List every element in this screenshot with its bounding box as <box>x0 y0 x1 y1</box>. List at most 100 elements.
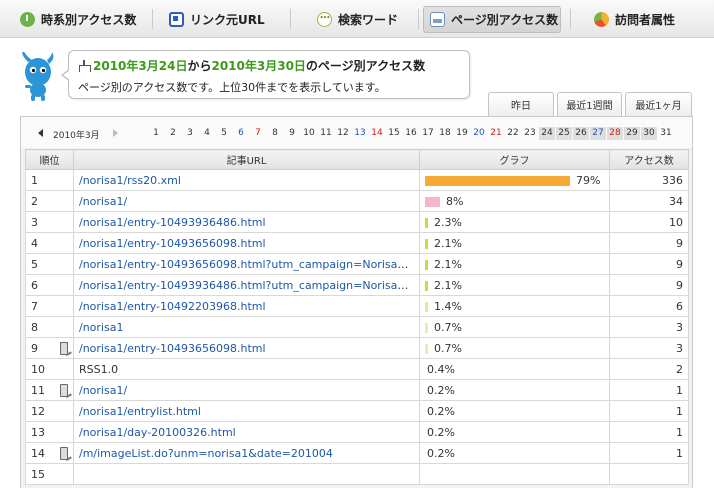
table-row: 8/norisa1 0.7% 3 <box>25 316 689 338</box>
calendar-day[interactable]: 15 <box>386 127 402 140</box>
rank-value: 10 <box>31 362 45 376</box>
share-bar <box>425 280 428 291</box>
share-bar <box>425 301 428 312</box>
rank-cell: 13 <box>25 421 74 443</box>
tab-page-access[interactable]: ページ別アクセス数 <box>423 6 561 33</box>
visitor-chart-icon <box>594 12 609 27</box>
divider <box>290 9 291 29</box>
table-row: 4/norisa1/entry-10493656098.html 2.1% 9 <box>25 232 689 254</box>
calendar-day[interactable]: 31 <box>658 127 674 140</box>
share-percent: 0.4% <box>427 362 455 376</box>
rank-value: 7 <box>31 299 38 313</box>
rank-value: 12 <box>31 404 45 418</box>
rank-cell: 2 <box>25 190 74 212</box>
article-url-link[interactable]: /norisa1/entry-10493936486.html <box>79 216 266 229</box>
table-row: 11/norisa1/0.2% 1 <box>25 379 689 401</box>
calendar-day[interactable]: 4 <box>199 127 215 140</box>
calendar-day[interactable]: 20 <box>471 127 487 140</box>
tab-label: ページ別アクセス数 <box>451 13 559 27</box>
calendar-day[interactable]: 10 <box>301 127 317 140</box>
article-url-link[interactable]: /norisa1/ <box>79 384 127 397</box>
calendar-day[interactable]: 11 <box>318 127 334 140</box>
calendar-day[interactable]: 17 <box>420 127 436 140</box>
share-percent: 8% <box>446 194 464 208</box>
header-rank: 順位 <box>25 149 74 170</box>
share-percent: 2.1% <box>434 236 462 250</box>
article-url-link[interactable]: /norisa1/rss20.xml <box>79 174 181 187</box>
access-count: 2 <box>609 358 689 380</box>
calendar-day[interactable]: 5 <box>216 127 232 140</box>
share-bar <box>425 322 428 333</box>
calendar-day[interactable]: 2 <box>165 127 181 140</box>
calendar-day[interactable]: 3 <box>182 127 198 140</box>
url-cell: /norisa1/ <box>73 190 420 212</box>
tab-search-words[interactable]: 検索ワード <box>311 6 411 33</box>
article-url-link[interactable]: /norisa1/day-20100326.html <box>79 426 236 439</box>
rank-value: 8 <box>31 320 38 334</box>
rank-value: 1 <box>31 173 38 187</box>
share-percent: 2.1% <box>434 257 462 271</box>
article-url-text: RSS1.0 <box>79 362 119 376</box>
rank-cell: 12 <box>25 400 74 422</box>
article-url-link[interactable]: /norisa1/entry-10492203968.html <box>79 300 266 313</box>
table-row: 13/norisa1/day-20100326.html 0.2% 1 <box>25 421 689 443</box>
calendar-month: 2010年3月 <box>53 131 100 141</box>
graph-cell: 0.2% <box>419 442 610 464</box>
calendar-day[interactable]: 19 <box>454 127 470 140</box>
access-count: 9 <box>609 253 689 275</box>
article-url-link[interactable]: /norisa1 <box>79 321 123 334</box>
calendar-day[interactable]: 1 <box>148 127 164 140</box>
calendar-day: 26 <box>573 127 589 140</box>
calendar-day[interactable]: 16 <box>403 127 419 140</box>
calendar-day[interactable]: 12 <box>335 127 351 140</box>
calendar-day[interactable]: 8 <box>267 127 283 140</box>
calendar-day[interactable]: 9 <box>284 127 300 140</box>
url-cell: /norisa1/entry-10493656098.html <box>73 232 420 254</box>
article-url-link[interactable]: /norisa1/entry-10493656098.html <box>79 342 266 355</box>
calendar-day[interactable]: 6 <box>233 127 249 140</box>
rank-value: 3 <box>31 215 38 229</box>
share-bar <box>425 259 428 270</box>
table-header-row: 順位 記事URL グラフ アクセス数 <box>25 149 689 170</box>
share-percent: 0.2% <box>427 404 455 418</box>
divider <box>418 9 419 29</box>
table-row: 1/norisa1/rss20.xml 79% 336 <box>25 169 689 191</box>
clock-icon <box>20 12 35 27</box>
access-count: 336 <box>609 169 689 191</box>
tab-referrer-url[interactable]: リンク元URL <box>163 6 275 33</box>
tab-last-week[interactable]: 最近1週間 <box>557 92 622 116</box>
rank-cell: 10 <box>25 358 74 380</box>
article-url-link[interactable]: /norisa1/entry-10493656098.html?utm_camp… <box>79 258 419 271</box>
header-graph: グラフ <box>419 149 610 170</box>
calendar-day[interactable]: 18 <box>437 127 453 140</box>
calendar-day[interactable]: 23 <box>522 127 538 140</box>
url-cell: /norisa1/day-20100326.html <box>73 421 420 443</box>
rank-cell: 14 <box>25 442 74 464</box>
article-url-link[interactable]: /norisa1/entry-10493656098.html <box>79 237 266 250</box>
article-url-link[interactable]: /norisa1/entrylist.html <box>79 405 201 418</box>
article-url-link[interactable]: /norisa1/entry-10493936486.html?utm_camp… <box>79 279 419 292</box>
calendar-day[interactable]: 22 <box>505 127 521 140</box>
article-url-link[interactable]: /m/imageList.do?unm=norisa1&date=201004 <box>79 447 333 460</box>
calendar-day[interactable]: 21 <box>488 127 504 140</box>
tab-last-month[interactable]: 最近1ヶ月 <box>625 92 692 116</box>
url-cell: /norisa1/entry-10493656098.html?utm_camp… <box>73 253 420 275</box>
tab-label: 訪問者属性 <box>615 13 676 27</box>
period-summary-bubble: 2010年3月24日 から 2010年3月30日 のページ別アクセス数 ページ別… <box>61 50 470 99</box>
share-bar <box>425 196 440 207</box>
tab-hourly-access[interactable]: 時系別アクセス数 <box>14 6 146 33</box>
calendar-day[interactable]: 14 <box>369 127 385 140</box>
rank-value: 6 <box>31 278 38 292</box>
access-count: 1 <box>609 442 689 464</box>
tab-visitor-attributes[interactable]: 訪問者属性 <box>588 6 688 33</box>
tab-yesterday[interactable]: 昨日 <box>488 92 554 116</box>
calendar-day[interactable]: 7 <box>250 127 266 140</box>
calendar-day[interactable]: 13 <box>352 127 368 140</box>
url-cell: /norisa1/rss20.xml <box>73 169 420 191</box>
article-url-link[interactable]: /norisa1/ <box>79 195 127 208</box>
prev-month-icon[interactable] <box>38 129 43 137</box>
share-percent: 2.1% <box>434 278 462 292</box>
graph-cell: 2.1% <box>419 232 610 254</box>
table-row: 12/norisa1/entrylist.html 0.2% 1 <box>25 400 689 422</box>
rank-cell: 15 <box>25 463 74 485</box>
